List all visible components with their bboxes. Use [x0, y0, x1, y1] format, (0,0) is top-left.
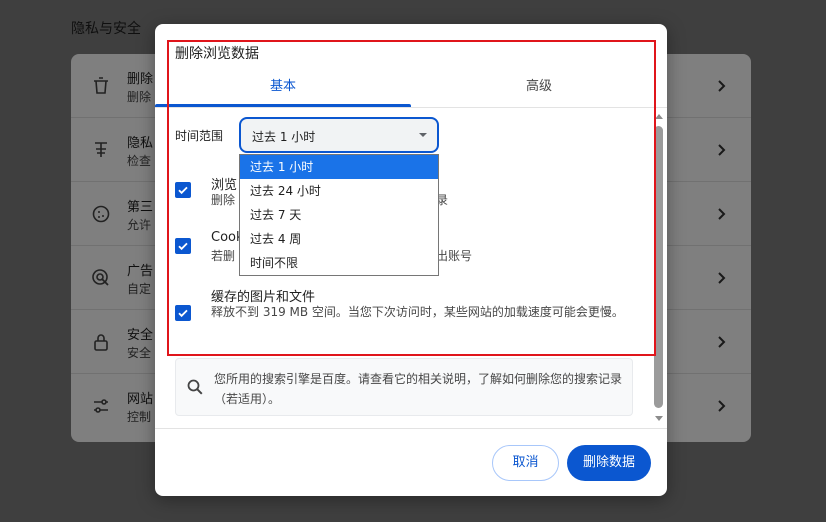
time-range-option[interactable]: 过去 1 小时 [240, 155, 438, 179]
cancel-button[interactable]: 取消 [492, 445, 559, 481]
search-icon [187, 379, 203, 395]
browsing-history-desc: 删除 [211, 193, 236, 207]
time-range-option[interactable]: 过去 4 周 [240, 227, 438, 251]
cookies-desc: 若删 [211, 249, 236, 263]
dialog-scrollbar[interactable] [653, 112, 665, 424]
time-range-select[interactable]: 过去 1 小时 [239, 117, 439, 153]
search-note-text: 您所用的搜索引擎是百度。请查看它的相关说明，了解如何删除您的搜索记录（若适用）。 [214, 372, 623, 406]
dropdown-caret-icon [419, 133, 427, 137]
time-range-dropdown: 过去 1 小时 过去 24 小时 过去 7 天 过去 4 周 时间不限 [239, 154, 439, 276]
tab-divider [155, 107, 667, 108]
delete-data-button[interactable]: 删除数据 [567, 445, 651, 481]
scroll-down-arrow-icon[interactable] [655, 416, 663, 421]
tab-advanced[interactable]: 高级 [411, 72, 667, 106]
time-range-option[interactable]: 时间不限 [240, 251, 438, 275]
cached-images-desc: 释放不到 319 MB 空间。当您下次访问时，某些网站的加载速度可能会更慢。 [211, 305, 624, 319]
time-range-option[interactable]: 过去 24 小时 [240, 179, 438, 203]
time-range-label: 时间范围 [175, 129, 224, 143]
time-range-value: 过去 1 小时 [252, 130, 316, 144]
browsing-history-checkbox[interactable] [175, 182, 191, 198]
checkmark-icon [178, 309, 188, 318]
tab-basic[interactable]: 基本 [155, 72, 411, 106]
clear-browsing-data-dialog: 删除浏览数据 基本 高级 时间范围 过去 1 小时 浏览 删除 录 Cook 若… [155, 24, 667, 496]
footer-divider [155, 428, 667, 429]
scroll-thumb[interactable] [654, 126, 663, 408]
dialog-title: 删除浏览数据 [175, 46, 259, 62]
cached-images-checkbox[interactable] [175, 305, 191, 321]
scroll-up-arrow-icon[interactable] [655, 114, 663, 119]
search-engine-note: 您所用的搜索引擎是百度。请查看它的相关说明，了解如何删除您的搜索记录（若适用）。 [175, 358, 633, 416]
checkmark-icon [178, 186, 188, 195]
checkmark-icon [178, 242, 188, 251]
time-range-option[interactable]: 过去 7 天 [240, 203, 438, 227]
cookies-checkbox[interactable] [175, 238, 191, 254]
cookies-desc-tail: 出账号 [436, 249, 473, 263]
